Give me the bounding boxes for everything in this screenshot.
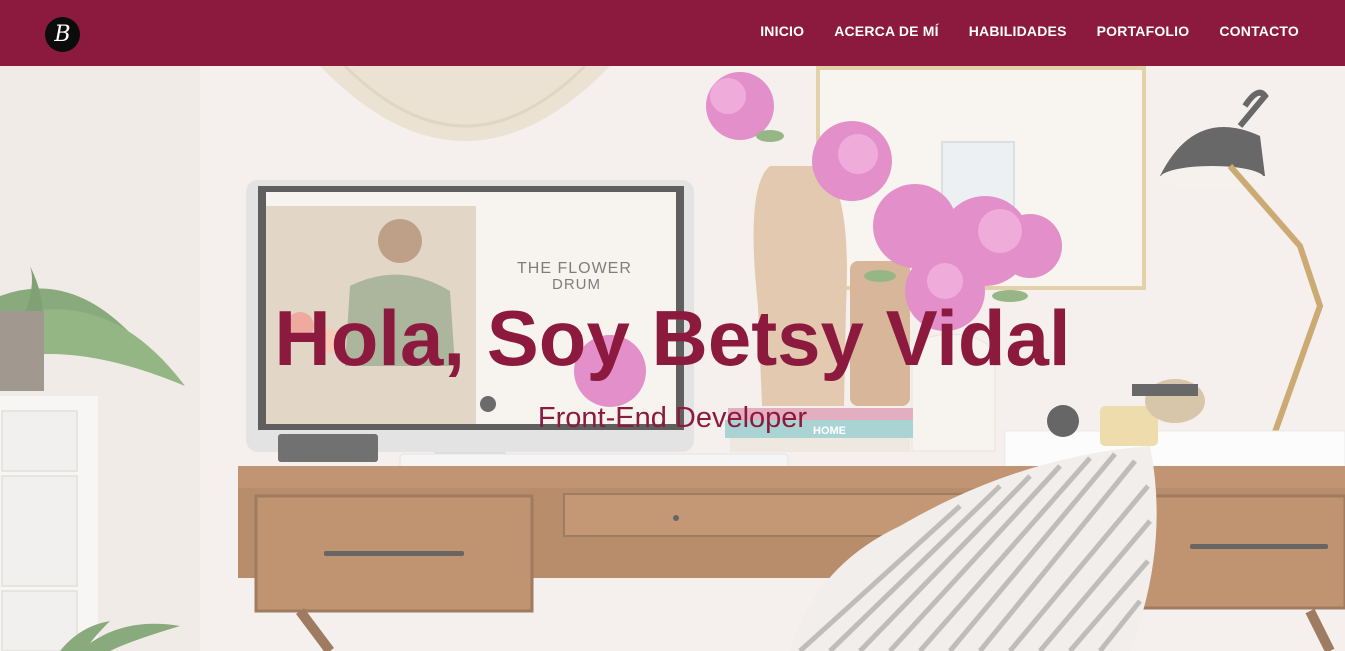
nav-link-inicio[interactable]: INICIO bbox=[760, 23, 804, 39]
logo-b-icon[interactable]: B bbox=[45, 17, 80, 52]
nav-menu: INICIO ACERCA DE MÍ HABILIDADES PORTAFOL… bbox=[760, 0, 1299, 62]
logo-letter: B bbox=[54, 22, 71, 47]
nav-link-contacto[interactable]: CONTACTO bbox=[1219, 23, 1299, 39]
hero-section: THE FLOWER DRUM HOME Hola, Soy Betsy Vid… bbox=[0, 66, 1345, 651]
hero-subtitle: Front-End Developer bbox=[537, 402, 808, 434]
top-navbar: B INICIO ACERCA DE MÍ HABILIDADES PORTAF… bbox=[0, 0, 1345, 66]
nav-link-acerca[interactable]: ACERCA DE MÍ bbox=[834, 23, 939, 39]
nav-link-portafolio[interactable]: PORTAFOLIO bbox=[1097, 23, 1190, 39]
nav-link-habilidades[interactable]: HABILIDADES bbox=[969, 23, 1067, 39]
hero-title: Hola, Soy Betsy Vidal bbox=[274, 294, 1071, 382]
